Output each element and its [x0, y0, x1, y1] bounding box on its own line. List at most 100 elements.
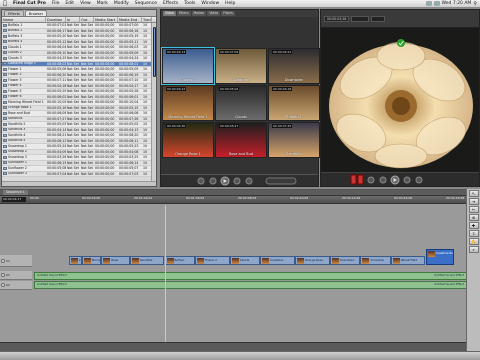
col-in[interactable]: In — [66, 17, 80, 22]
col-name[interactable]: Name — [2, 17, 46, 22]
track-header-a1[interactable]: A1 — [0, 271, 32, 280]
col-duration[interactable]: Duration — [46, 17, 66, 22]
menu-edit[interactable]: Edit — [62, 1, 77, 6]
viewer-tab-filters[interactable]: Filters — [221, 11, 235, 16]
tab-sequence[interactable]: Sequence 1 — [3, 190, 28, 195]
col-out[interactable]: Out — [80, 17, 94, 22]
cell-name: Sandhills — [2, 117, 46, 122]
browser-hscrollbar[interactable] — [2, 181, 156, 186]
clip-thumbnail[interactable]: 00:00:05;27 Rose and Bud — [215, 122, 267, 158]
clip-thumbnail[interactable]: 00:00:09;12 Morning Wheat Field 1 — [162, 85, 214, 121]
video-clip[interactable]: Clouds — [229, 256, 261, 265]
tool-button[interactable]: ✚ — [468, 222, 479, 229]
video-clip[interactable]: Snowdrop — [360, 256, 391, 265]
tool-button[interactable]: ⇳ — [468, 230, 479, 237]
clip-name: Flower 1 — [8, 67, 22, 71]
clip-thumbnail[interactable]: 00:00:04;30 Orange Rose 1 — [162, 122, 214, 158]
track-visibility-icon[interactable] — [1, 258, 5, 263]
browser-scrollbar[interactable] — [151, 23, 156, 183]
volume-icon[interactable] — [425, 1, 432, 6]
clip-name: Flower 2 — [8, 72, 22, 77]
video-clip[interactable]: Coastline Ridge 1 — [425, 249, 454, 265]
clip-thumbnail[interactable]: 00:00:07;09 Coastline — [215, 48, 267, 84]
video-clip[interactable]: Flower 2 — [194, 256, 230, 265]
tab-browser[interactable]: Browser — [24, 10, 48, 16]
col-tracks[interactable]: Tracks — [142, 17, 152, 22]
tab-effects[interactable]: Effects — [4, 10, 24, 16]
clip-thumbnail[interactable]: 00:00:07;25 Sandhills — [268, 122, 320, 158]
view-popup[interactable] — [371, 15, 386, 22]
video-clip[interactable]: Rose — [101, 256, 130, 265]
list-item[interactable]: Sunflower 3 00:00:07;04 Not Set Not Set 00:0… — [2, 171, 156, 177]
video-clip[interactable]: Sandhills — [129, 256, 165, 265]
tool-button[interactable]: ✋ — [468, 238, 479, 245]
cell-duration: 00:00:07;11 — [47, 78, 66, 82]
transport-controls-icon[interactable] — [161, 175, 320, 187]
timeline-timecode[interactable]: 00:00:04;17 — [2, 197, 26, 202]
menu-sequence[interactable]: Sequence — [132, 1, 160, 6]
cell-name: Sunflower 3 — [2, 172, 46, 177]
app-menu[interactable]: Final Cut Pro — [10, 1, 49, 6]
tool-button[interactable]: ⇥ — [468, 198, 479, 205]
spotlight-icon[interactable]: ⚲ — [473, 1, 477, 7]
timeline-zoom-bar[interactable] — [0, 342, 480, 351]
clip-name: Rose and Bud — [8, 111, 30, 115]
cell-out: Not Set — [81, 111, 93, 115]
cell-name: Buffalo 1 — [2, 23, 46, 28]
menu-modify[interactable]: Modify — [111, 1, 132, 6]
viewer-tab-filters[interactable]: Filters — [176, 11, 191, 16]
video-clip[interactable]: Morning — [81, 256, 102, 265]
tool-button[interactable]: ⌕ — [468, 246, 479, 253]
track-visibility-icon[interactable] — [1, 283, 5, 287]
menu-help[interactable]: Help — [222, 1, 238, 6]
display-icon[interactable] — [433, 1, 440, 6]
menu-view[interactable]: View — [77, 1, 94, 6]
menubar-clock[interactable]: Wed 7:20 AM — [442, 1, 472, 6]
track-header-a2[interactable]: A2 — [0, 281, 32, 290]
menu-file[interactable]: File — [49, 1, 63, 6]
video-clip[interactable]: Downtown — [329, 256, 361, 265]
scroll-thumb[interactable] — [153, 27, 156, 77]
playhead[interactable] — [164, 205, 166, 343]
track-header-v1[interactable]: V1 — [0, 255, 32, 267]
cell-mstart: 00:00:00;00 — [95, 83, 115, 88]
viewer-tab-motion[interactable]: Motion — [191, 11, 207, 16]
tool-button[interactable]: ↖ — [468, 190, 479, 197]
viewer-tab-video[interactable]: Video — [207, 11, 221, 16]
video-clip[interactable]: Orange Rose — [295, 256, 330, 265]
apple-menu-icon[interactable]:  — [0, 0, 10, 7]
video-clip[interactable]: Buffalo — [164, 256, 195, 265]
clip-thumbnail[interactable]: 00:00:05;02 Clouds — [215, 85, 267, 121]
col-media-start[interactable]: Media Start — [94, 17, 118, 22]
video-clip[interactable]: Wheat Field — [390, 256, 426, 265]
tool-button[interactable]: ⊕ — [468, 214, 479, 221]
zoom-popup[interactable] — [351, 15, 370, 22]
cell-name: Clouds 2 — [2, 51, 46, 56]
cell-out: Not Set — [81, 83, 93, 88]
video-clip[interactable]: Coastline — [260, 256, 295, 265]
menu-effects[interactable]: Effects — [160, 1, 181, 6]
menu-tools[interactable]: Tools — [181, 1, 198, 6]
cell-mstart: 00:00:00;00 — [95, 39, 115, 44]
cell-mend: 00:00:05;15 — [119, 105, 139, 110]
viewer-tab-video[interactable]: Video — [163, 11, 176, 16]
canvas-timecode[interactable]: 00:00:03;28 — [324, 15, 350, 22]
clip-thumbnail[interactable]: 00:00:02;13 Clouds 2 — [161, 47, 215, 85]
audio-clip[interactable]: Untitled Sound Effect Untitled Sound Effe… — [34, 272, 467, 280]
col-media-end[interactable]: Media End — [118, 17, 142, 22]
video-clip[interactable]: Clouds — [68, 256, 82, 265]
clip-thumbnail[interactable]: 00:00:06;18 Buffalo 1 — [268, 85, 320, 121]
clip-thumbnail[interactable]: 00:00:04;21 Downtown — [268, 48, 320, 84]
tool-button[interactable]: ✂ — [468, 206, 479, 213]
timeline-ruler[interactable]: 00:00:04;17 00:00 00:00:32;00 00:01:04;02 0… — [0, 196, 480, 204]
cell-mend: 00:00:05;11 — [119, 39, 139, 44]
menu-mark[interactable]: Mark — [94, 1, 111, 6]
clip-icon — [3, 73, 7, 77]
track-visibility-icon[interactable] — [1, 273, 5, 277]
cell-name: Flower 2 — [2, 73, 46, 78]
menu-window[interactable]: Window — [198, 1, 222, 6]
canvas-transport-icon[interactable] — [321, 173, 480, 187]
clip-icon — [3, 89, 7, 93]
audio-clip[interactable]: Untitled Sound Effect Untitled Sound Effe… — [34, 281, 467, 289]
cell-duration: 00:00:06;09 — [47, 111, 66, 115]
